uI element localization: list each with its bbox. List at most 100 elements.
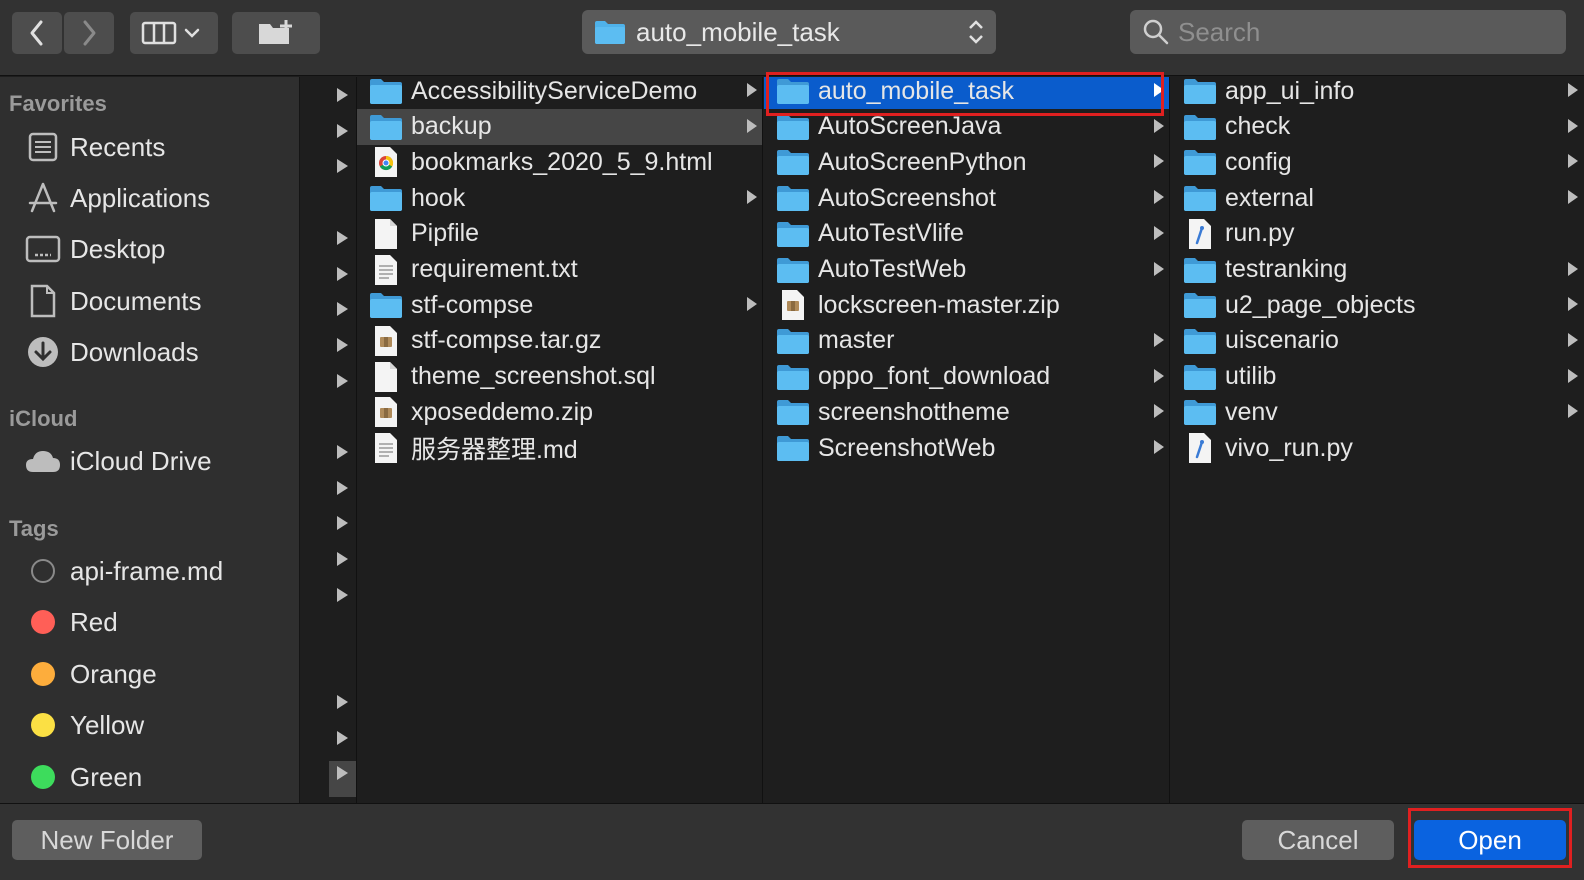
item-name: check [1225, 112, 1291, 141]
sidebar-item-recents[interactable]: Recents [24, 125, 294, 169]
sidebar-tag-orange[interactable]: Orange [24, 652, 294, 696]
tags-heading: Tags [9, 516, 59, 541]
folder-row[interactable]: AutoScreenshot [764, 180, 1169, 216]
sidebar-item-desktop[interactable]: Desktop [24, 227, 294, 271]
folder-icon [1183, 182, 1217, 214]
sidebar-item-label: Desktop [70, 233, 166, 264]
folder-icon [1183, 111, 1217, 143]
disclosure-arrow-icon [337, 337, 348, 352]
folder-icon [369, 182, 403, 214]
folder-row[interactable]: AutoTestWeb [764, 252, 1169, 288]
sidebar-tag-green[interactable]: Green [24, 755, 294, 799]
folder-row[interactable]: master [764, 323, 1169, 359]
disclosure-arrow-icon [1568, 190, 1578, 205]
file-row[interactable]: Pipfile [357, 216, 762, 252]
folder-row[interactable]: AutoScreenJava [764, 109, 1169, 145]
disclosure-arrow-icon [337, 516, 348, 531]
text-file-icon [369, 432, 403, 464]
item-name: bookmarks_2020_5_9.html [411, 147, 713, 176]
sidebar-tag-api-frame[interactable]: api-frame.md [24, 549, 294, 593]
file-row[interactable]: requirement.txt [357, 252, 762, 288]
sidebar-item-label: iCloud Drive [70, 445, 212, 476]
folder-icon [776, 254, 810, 286]
column-2[interactable]: auto_mobile_task AutoScreenJava AutoScreen… [764, 77, 1170, 803]
open-button[interactable]: Open [1414, 820, 1566, 860]
disclosure-arrow-icon [747, 118, 757, 133]
document-icon [369, 361, 403, 393]
search-input[interactable] [1178, 16, 1558, 48]
sidebar-item-applications[interactable]: Applications [24, 176, 294, 220]
folder-row[interactable]: hook [357, 180, 762, 216]
sidebar-item-label: Recents [70, 131, 166, 162]
folder-row[interactable]: uiscenario [1171, 323, 1584, 359]
back-button[interactable] [12, 12, 62, 54]
document-icon [369, 218, 403, 250]
item-name: AutoScreenPython [818, 147, 1027, 176]
parent-column[interactable] [301, 77, 357, 803]
disclosure-arrow-icon [337, 730, 348, 745]
folder-row[interactable]: stf-compse [357, 287, 762, 323]
cancel-button[interactable]: Cancel [1242, 820, 1394, 860]
path-selector[interactable]: auto_mobile_task [582, 10, 996, 54]
file-row[interactable]: 服务器整理.md [357, 430, 762, 466]
folder-row[interactable]: auto_mobile_task [764, 77, 1169, 109]
sidebar-tag-label: Red [70, 606, 118, 637]
file-row[interactable]: xposeddemo.zip [357, 394, 762, 430]
new-folder-toolbar-button[interactable] [232, 12, 320, 54]
folder-row[interactable]: app_ui_info [1171, 77, 1584, 109]
sidebar-tag-red[interactable]: Red [24, 600, 294, 644]
folder-row[interactable]: venv [1171, 394, 1584, 430]
item-name: stf-compse.tar.gz [411, 326, 602, 355]
disclosure-arrow-icon [337, 445, 348, 459]
folder-row[interactable]: config [1171, 144, 1584, 180]
folder-row[interactable]: oppo_font_download [764, 359, 1169, 395]
folder-icon [1183, 254, 1217, 286]
folder-row[interactable]: backup [357, 108, 762, 145]
column-1[interactable]: AccessibilityServiceDemo backup bookmarks_… [357, 77, 763, 803]
folder-row[interactable]: check [1171, 109, 1584, 145]
disclosure-arrow-icon [1568, 404, 1578, 419]
new-folder-icon [259, 20, 292, 44]
sidebar-tag-label: Yellow [70, 709, 145, 740]
folder-row[interactable]: u2_page_objects [1171, 287, 1584, 323]
new-folder-button[interactable]: New Folder [12, 820, 202, 860]
folder-icon [1183, 396, 1217, 428]
sidebar-item-icloud-drive[interactable]: iCloud Drive [24, 439, 294, 483]
folder-row[interactable]: AutoScreenPython [764, 144, 1169, 180]
column-3[interactable]: app_ui_infocheck config external run.py test… [1171, 77, 1584, 803]
folder-row[interactable]: screenshottheme [764, 394, 1169, 430]
sidebar-item-downloads[interactable]: Downloads [24, 330, 294, 374]
folder-icon [776, 396, 810, 428]
folder-row[interactable]: utilib [1171, 359, 1584, 395]
item-name: ScreenshotWeb [818, 433, 996, 462]
disclosure-arrow-icon [1568, 297, 1578, 312]
file-row[interactable]: run.py [1171, 216, 1584, 252]
item-name: testranking [1225, 255, 1348, 283]
folder-row[interactable]: AccessibilityServiceDemo [357, 77, 762, 109]
sidebar-tag-yellow[interactable]: Yellow [24, 703, 294, 747]
chevron-right-icon [83, 20, 96, 46]
folder-icon [776, 146, 810, 178]
forward-button[interactable] [64, 12, 114, 54]
disclosure-arrow-icon [1154, 404, 1164, 419]
file-row[interactable]: theme_screenshot.sql [357, 359, 762, 395]
folder-row[interactable]: testranking [1171, 252, 1584, 288]
file-row[interactable]: stf-compse.tar.gz [357, 323, 762, 359]
sidebar-item-documents[interactable]: Documents [24, 279, 294, 323]
folder-icon [776, 432, 810, 464]
file-row[interactable]: vivo_run.py [1171, 430, 1584, 466]
file-row[interactable]: lockscreen-master.zip [764, 287, 1169, 323]
disclosure-arrow-icon [1154, 225, 1164, 240]
folder-row[interactable]: ScreenshotWeb [764, 430, 1169, 466]
folder-row[interactable]: external [1171, 180, 1584, 216]
folder-row[interactable]: AutoTestVlife [764, 216, 1169, 252]
disclosure-arrow-icon [337, 694, 348, 709]
view-mode-button[interactable] [130, 12, 218, 54]
disclosure-arrow-icon [1568, 154, 1578, 169]
tag-yellow-dot-icon [24, 706, 62, 744]
search-field[interactable] [1130, 10, 1566, 54]
item-name: lockscreen-master.zip [818, 290, 1060, 319]
item-name: AutoScreenJava [818, 112, 1002, 141]
file-row[interactable]: bookmarks_2020_5_9.html [357, 144, 762, 180]
item-name: auto_mobile_task [818, 77, 1014, 105]
